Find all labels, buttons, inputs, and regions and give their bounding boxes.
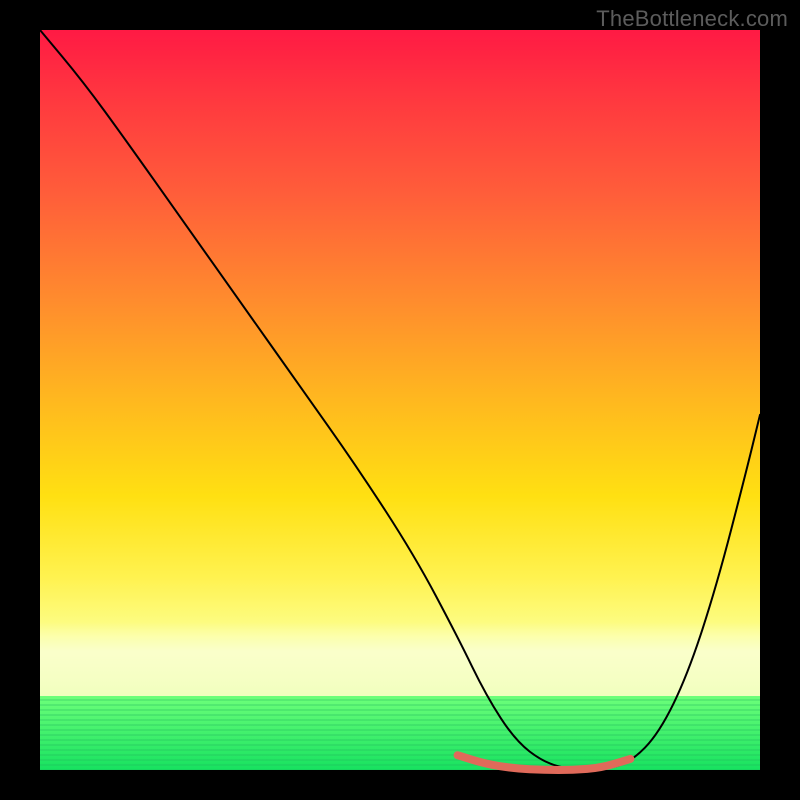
chart-frame: TheBottleneck.com — [0, 0, 800, 800]
plot-area — [40, 30, 760, 770]
watermark-text: TheBottleneck.com — [596, 6, 788, 32]
optimal-range-highlight — [458, 755, 631, 770]
curve-layer — [40, 30, 760, 770]
bottleneck-curve — [40, 30, 760, 770]
